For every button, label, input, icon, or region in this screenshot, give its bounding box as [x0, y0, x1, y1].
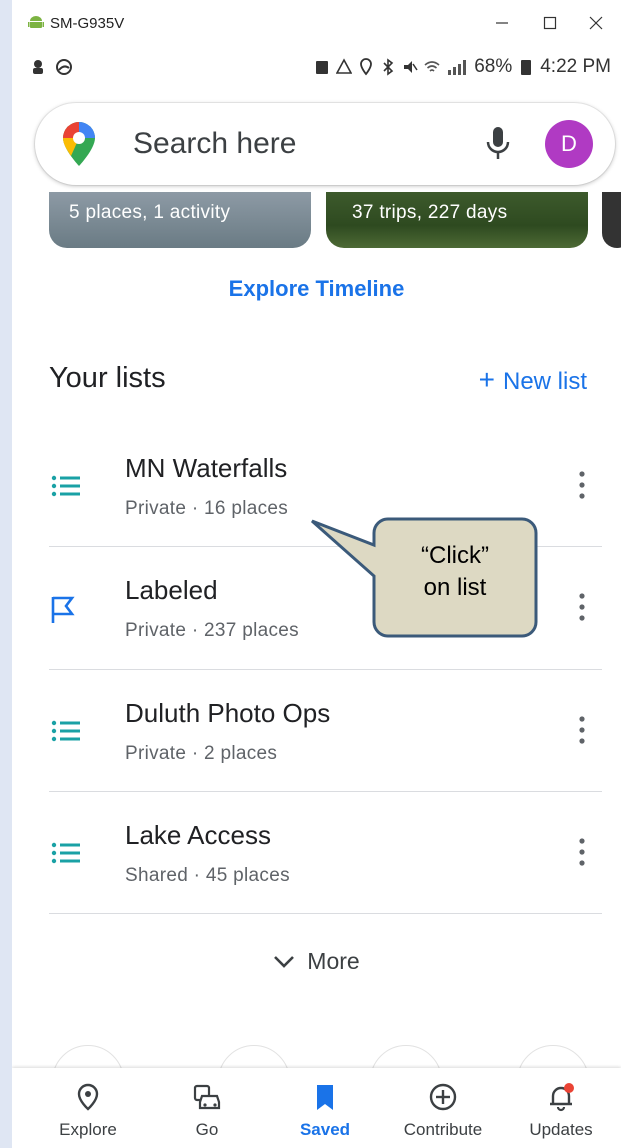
- next-card[interactable]: [602, 192, 621, 248]
- nav-contribute[interactable]: Contribute: [393, 1068, 493, 1148]
- avatar[interactable]: D: [545, 120, 593, 168]
- list-item[interactable]: Duluth Photo Ops Private · 2 places: [12, 670, 621, 792]
- add-circle-icon: [429, 1083, 457, 1111]
- list-name: MN Waterfalls: [125, 453, 288, 483]
- more-options-icon[interactable]: [577, 470, 587, 500]
- list-icon: [51, 720, 80, 742]
- window-title-bar: SM-G935V: [12, 0, 621, 46]
- clock: 4:22 PM: [540, 56, 611, 77]
- notification-icons: [30, 58, 72, 76]
- nav-label: Contribute: [403, 1120, 483, 1139]
- maps-logo-icon: [63, 122, 95, 166]
- bottom-navigation: Explore Go Saved Contribute Updates: [12, 1068, 621, 1148]
- new-list-button[interactable]: + New list: [479, 364, 587, 396]
- battery-saver-icon: [316, 61, 329, 74]
- list-item[interactable]: Lake Access Shared · 45 places: [12, 792, 621, 914]
- android-icon: [28, 16, 44, 28]
- list-meta: Private · 237 places: [125, 620, 299, 641]
- nav-label: Saved: [299, 1120, 351, 1139]
- status-bar: 68% 4:22 PM: [12, 52, 621, 86]
- divider: [49, 913, 602, 914]
- search-bar[interactable]: Search here D: [35, 103, 615, 185]
- list-icon: [51, 475, 80, 497]
- nav-label: Go: [195, 1120, 219, 1139]
- callout-text: “Click” on list: [376, 540, 534, 604]
- more-options-icon[interactable]: [577, 715, 587, 745]
- more-options-icon[interactable]: [577, 592, 587, 622]
- new-list-label: New list: [502, 368, 587, 395]
- notification-app-icon: [33, 60, 43, 74]
- list-meta: Private · 16 places: [125, 498, 289, 519]
- nav-go[interactable]: Go: [157, 1068, 257, 1148]
- explore-timeline-link[interactable]: Explore Timeline: [12, 276, 621, 302]
- callout-line: on list: [423, 574, 487, 601]
- avatar-letter: D: [561, 131, 577, 156]
- more-label: More: [307, 948, 360, 974]
- trips-card[interactable]: 37 trips, 227 days: [326, 192, 588, 248]
- mute-icon: [404, 61, 418, 73]
- nav-explore[interactable]: Explore: [38, 1068, 138, 1148]
- section-title: Your lists: [49, 362, 166, 394]
- places-card[interactable]: 5 places, 1 activity: [49, 192, 311, 248]
- list-name: Labeled: [125, 575, 218, 605]
- signal-icon: [448, 60, 467, 75]
- flag-icon: [51, 596, 75, 623]
- list-icon: [51, 842, 80, 864]
- search-input[interactable]: Search here: [133, 127, 296, 161]
- bluetooth-icon: [383, 58, 394, 76]
- places-card-text: 5 places, 1 activity: [69, 202, 231, 223]
- trips-card-text: 37 trips, 227 days: [352, 202, 508, 223]
- wifi-icon: [424, 61, 440, 72]
- battery-icon: [521, 60, 532, 75]
- close-icon: [589, 16, 603, 30]
- list-meta: Private · 2 places: [125, 743, 278, 764]
- maximize-icon: [543, 16, 557, 30]
- minimize-icon: [496, 22, 508, 24]
- list-item[interactable]: MN Waterfalls Private · 16 places: [12, 425, 621, 547]
- microphone-icon[interactable]: [485, 125, 511, 163]
- nav-updates[interactable]: Updates: [511, 1068, 611, 1148]
- minimize-button[interactable]: [479, 0, 525, 46]
- location-icon: [360, 58, 373, 76]
- window-title: SM-G935V: [50, 14, 125, 32]
- nav-saved[interactable]: Saved: [275, 1068, 375, 1148]
- nav-label: Explore: [59, 1120, 117, 1139]
- bookmark-icon: [317, 1085, 333, 1110]
- location-pin-icon: [77, 1083, 99, 1111]
- plus-icon: +: [478, 364, 495, 395]
- maximize-button[interactable]: [527, 0, 573, 46]
- list-meta: Shared · 45 places: [125, 865, 290, 886]
- commute-icon: [193, 1084, 221, 1110]
- bell-icon: [550, 1083, 574, 1112]
- list-name: Duluth Photo Ops: [125, 698, 331, 728]
- callout-line: “Click”: [421, 542, 489, 569]
- list-name: Lake Access: [125, 820, 271, 850]
- warning-icon: [336, 58, 353, 74]
- more-button[interactable]: More: [12, 948, 621, 975]
- battery-percent: 68%: [474, 56, 513, 77]
- system-icons: 68% 4:22 PM: [314, 56, 611, 78]
- more-options-icon[interactable]: [577, 837, 587, 867]
- close-button[interactable]: [573, 0, 619, 46]
- nav-label: Updates: [529, 1120, 593, 1139]
- chevron-down-icon: [274, 955, 295, 968]
- notification-globe-icon: [56, 59, 72, 75]
